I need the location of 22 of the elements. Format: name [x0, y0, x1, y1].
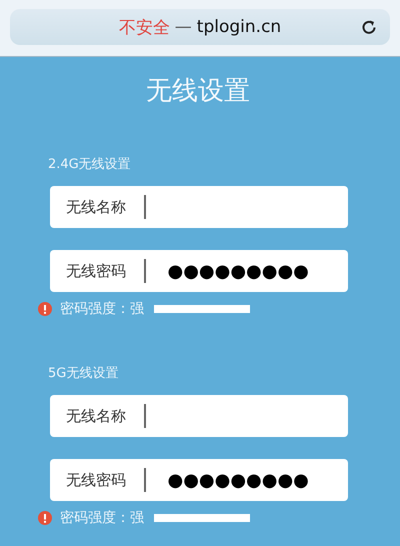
- field-label: 无线名称: [65, 198, 127, 216]
- warning-icon: [38, 511, 52, 525]
- input-field[interactable]: 无线名称: [50, 395, 348, 437]
- section-heading: 2.4G无线设置: [48, 156, 132, 173]
- section-heading: 5G无线设置: [48, 365, 120, 382]
- field-label: 无线名称: [65, 406, 127, 426]
- address-bar[interactable]: 不安全 — tplogin.cn: [10, 9, 390, 45]
- security-label: 不安全: [118, 16, 170, 38]
- strength-label: 密码强度：强: [60, 300, 144, 318]
- field-label: 无线密码: [65, 470, 127, 490]
- field-label: 无线密码: [65, 262, 127, 280]
- field-value: ●●●●●●●●●: [166, 260, 310, 282]
- separator: —: [174, 17, 192, 37]
- password-field[interactable]: 无线密码 ●●●●●●●●●: [50, 459, 348, 501]
- page-title: 无线设置: [145, 75, 251, 108]
- strength-label: 密码强度：强: [60, 509, 144, 527]
- field-value: ●●●●●●●●●: [166, 470, 310, 490]
- url-text: tplogin.cn: [196, 17, 282, 37]
- reload-icon[interactable]: [360, 18, 378, 36]
- password-field[interactable]: 无线密码 ●●●●●●●●●: [50, 250, 348, 292]
- input-field[interactable]: 无线名称: [50, 186, 348, 228]
- warning-icon: [38, 302, 52, 316]
